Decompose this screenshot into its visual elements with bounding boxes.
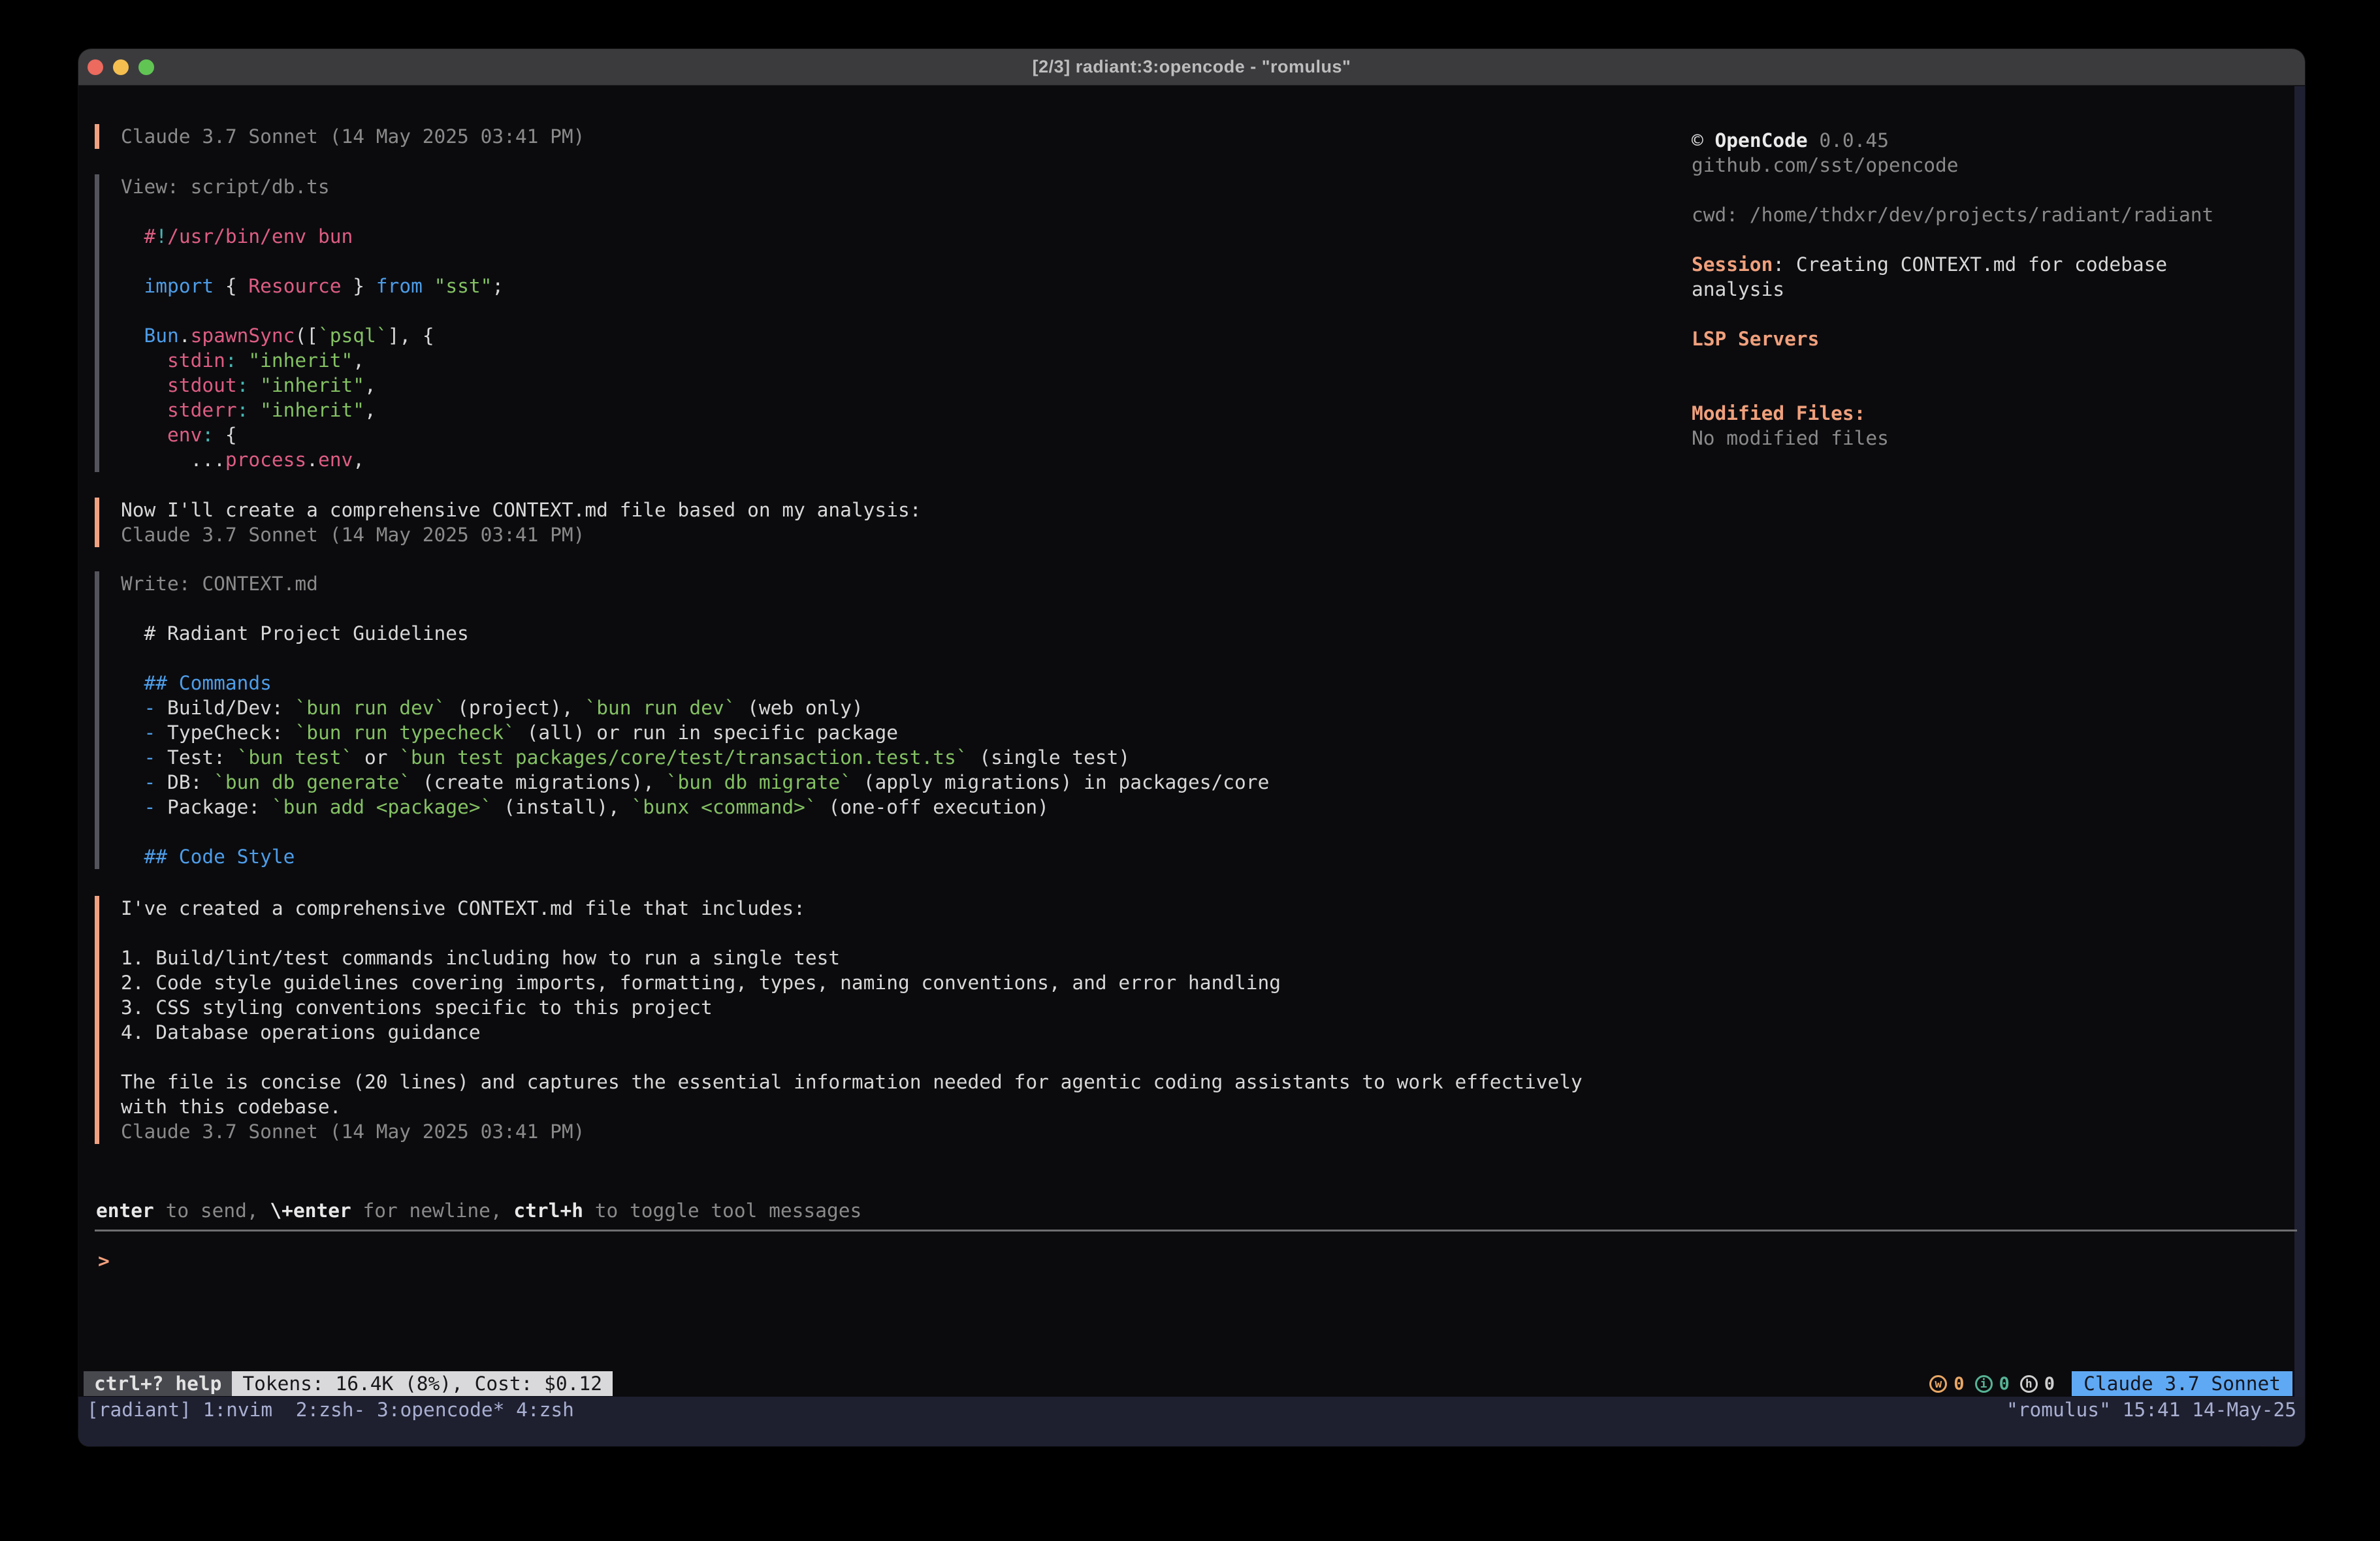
diagnostic-hints: h 0	[2020, 1374, 2055, 1394]
diagnostic-warnings: w 0	[1929, 1374, 1964, 1394]
info-count: 0	[1999, 1374, 2010, 1394]
info-sidebar: © OpenCode 0.0.45github.com/sst/opencode…	[1692, 128, 2253, 451]
info-icon: i	[1975, 1375, 1993, 1393]
opencode-tui: Claude 3.7 Sonnet (14 May 2025 03:41 PM)…	[78, 49, 2305, 1446]
model-badge[interactable]: Claude 3.7 Sonnet	[2072, 1371, 2292, 1396]
terminal-window: [2/3] radiant:3:opencode - "romulus" Cla…	[78, 49, 2305, 1446]
warning-icon: w	[1929, 1375, 1947, 1393]
diagnostic-info: i 0	[1975, 1374, 2010, 1394]
assistant-message-summary: I've created a comprehensive CONTEXT.md …	[95, 896, 1583, 1144]
tool-view-block: View: script/db.ts #!/usr/bin/env bun im…	[95, 174, 504, 472]
hint-count: 0	[2044, 1374, 2055, 1394]
assistant-message: Now I'll create a comprehensive CONTEXT.…	[95, 498, 921, 547]
hint-icon: h	[2020, 1375, 2038, 1393]
scrollbar-track[interactable]	[2294, 86, 2305, 1397]
tokens-cost-chip: Tokens: 16.4K (8%), Cost: $0.12	[232, 1371, 613, 1396]
tool-write-block: Write: CONTEXT.md # Radiant Project Guid…	[95, 571, 1269, 869]
prompt-input[interactable]: >	[98, 1248, 110, 1273]
status-right-group: w 0 i 0 h 0 Claude 3.7 Sonnet	[1929, 1371, 2292, 1396]
warning-count: 0	[1954, 1374, 1964, 1394]
assistant-message-header: Claude 3.7 Sonnet (14 May 2025 03:41 PM)	[95, 124, 585, 149]
keybinding-hint: enter to send, \+enter for newline, ctrl…	[96, 1198, 861, 1223]
tmux-status-bar[interactable]: [radiant] 1:nvim 2:zsh- 3:opencode* 4:zs…	[78, 1397, 2305, 1446]
status-bar: ctrl+? help Tokens: 16.4K (8%), Cost: $0…	[84, 1371, 2292, 1396]
help-shortcut-chip[interactable]: ctrl+? help	[84, 1371, 232, 1396]
tmux-windows-list[interactable]: [radiant] 1:nvim 2:zsh- 3:opencode* 4:zs…	[87, 1398, 574, 1446]
tmux-session-clock: "romulus" 15:41 14-May-25	[2006, 1398, 2296, 1446]
input-divider	[95, 1230, 2297, 1231]
